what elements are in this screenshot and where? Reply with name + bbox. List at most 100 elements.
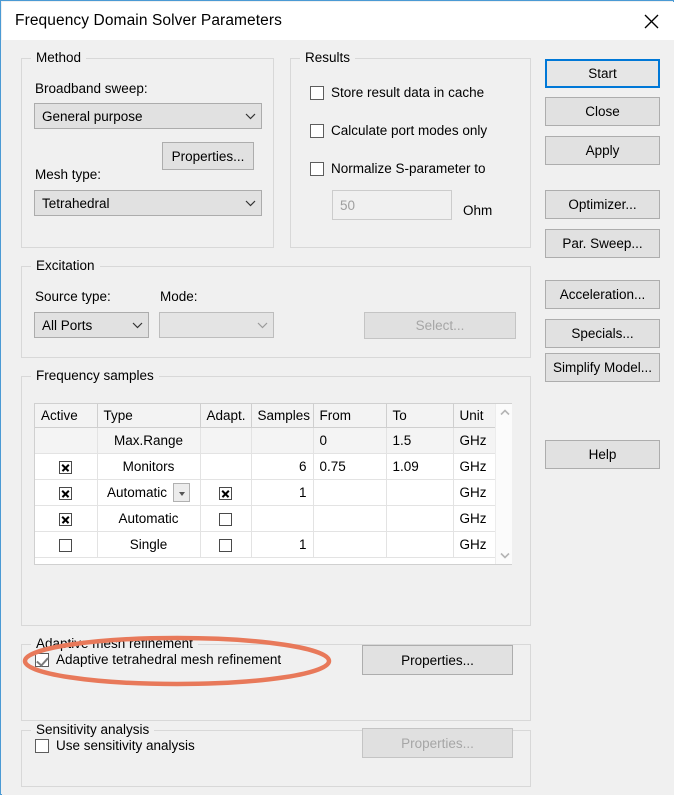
adapt-checkbox[interactable]	[219, 512, 232, 526]
use-sensitivity-label: Use sensitivity analysis	[56, 738, 195, 753]
cell-type[interactable]: Monitors	[97, 453, 201, 480]
adapt-checkbox[interactable]	[219, 486, 232, 500]
chevron-down-icon	[126, 321, 148, 329]
cell-to[interactable]	[386, 531, 454, 558]
cell-unit[interactable]: GHz	[453, 427, 497, 454]
impedance-input[interactable]: 50	[332, 190, 452, 220]
column-header-from[interactable]: From	[313, 404, 387, 428]
apply-button[interactable]: Apply	[545, 136, 660, 165]
cell-active[interactable]	[35, 479, 98, 506]
cell-samples[interactable]: 1	[251, 479, 314, 506]
store-result-cache-checkbox[interactable]: Store result data in cache	[310, 85, 484, 100]
adaptive-tetrahedral-checkbox[interactable]: Adaptive tetrahedral mesh refinement	[35, 652, 281, 667]
calculate-port-modes-label: Calculate port modes only	[331, 123, 488, 138]
select-button[interactable]: Select...	[364, 312, 516, 339]
active-checkbox[interactable]	[59, 512, 73, 526]
column-header-adapt[interactable]: Adapt.	[200, 404, 252, 428]
mode-combo[interactable]	[159, 312, 274, 338]
cell-samples[interactable]: 6	[251, 453, 314, 480]
column-header-type[interactable]: Type	[97, 404, 201, 428]
active-checkbox[interactable]	[59, 538, 73, 552]
impedance-unit-label: Ohm	[463, 203, 493, 218]
mesh-type-combo[interactable]: Tetrahedral	[34, 190, 262, 216]
cell-adapt[interactable]	[200, 453, 252, 480]
broadband-sweep-combo[interactable]: General purpose	[34, 103, 262, 129]
close-icon[interactable]	[628, 2, 674, 40]
cell-active[interactable]	[35, 453, 98, 480]
column-header-to[interactable]: To	[386, 404, 454, 428]
page-title: Frequency Domain Solver Parameters	[15, 12, 283, 29]
cell-adapt[interactable]	[200, 427, 252, 454]
results-group-label: Results	[300, 50, 356, 65]
cell-type[interactable]: Max.Range	[97, 427, 201, 454]
normalize-sparameter-label: Normalize S-parameter to	[331, 161, 486, 176]
cell-samples[interactable]	[251, 505, 314, 532]
mesh-type-value: Tetrahedral	[42, 195, 110, 211]
method-properties-button[interactable]: Properties...	[162, 142, 254, 170]
acceleration-button[interactable]: Acceleration...	[545, 280, 660, 309]
cell-to[interactable]: 1.5	[386, 427, 454, 454]
source-type-combo[interactable]: All Ports	[34, 312, 149, 338]
cell-from[interactable]: 0.75	[313, 453, 387, 480]
cell-active[interactable]	[35, 505, 98, 532]
close-button[interactable]: Close	[545, 97, 660, 126]
method-group-label: Method	[31, 50, 87, 65]
cell-to[interactable]	[386, 505, 454, 532]
help-button[interactable]: Help	[545, 440, 660, 469]
cell-from[interactable]	[313, 531, 387, 558]
cell-from[interactable]: 0	[313, 427, 387, 454]
cell-type[interactable]: Automatic	[97, 505, 201, 532]
table-row[interactable]: Monitors 6 0.75 1.09 GHz	[35, 453, 511, 480]
cell-type-label: Automatic	[106, 485, 168, 500]
simplify-model-button[interactable]: Simplify Model...	[545, 353, 660, 382]
cell-unit[interactable]: GHz	[453, 531, 497, 558]
table-row[interactable]: Single 1 GHz	[35, 531, 511, 558]
table-row[interactable]: Automatic GHz	[35, 505, 511, 532]
dialog-body: Method Broadband sweep: General purpose …	[2, 40, 674, 795]
cell-type[interactable]: Single	[97, 531, 201, 558]
optimizer-button[interactable]: Optimizer...	[545, 190, 660, 219]
adaptive-mesh-group-label: Adaptive mesh refinement	[31, 636, 198, 651]
cell-samples[interactable]	[251, 427, 314, 454]
checkbox-box	[310, 123, 324, 138]
cell-unit[interactable]: GHz	[453, 505, 497, 532]
adapt-checkbox[interactable]	[219, 538, 232, 552]
chevron-up-icon[interactable]	[496, 404, 513, 421]
cell-adapt[interactable]	[200, 505, 252, 532]
par-sweep-button[interactable]: Par. Sweep...	[545, 229, 660, 258]
cell-to[interactable]: 1.09	[386, 453, 454, 480]
active-checkbox[interactable]	[59, 460, 73, 474]
table-row[interactable]: Max.Range 0 1.5 GHz	[35, 427, 511, 454]
adaptive-mesh-properties-button[interactable]: Properties...	[362, 645, 513, 675]
chevron-down-icon[interactable]	[496, 547, 513, 564]
broadband-sweep-value: General purpose	[42, 108, 143, 124]
cell-unit[interactable]: GHz	[453, 453, 497, 480]
checkbox-box	[35, 652, 49, 667]
active-checkbox[interactable]	[59, 486, 73, 500]
cell-adapt[interactable]	[200, 479, 252, 506]
cell-samples[interactable]: 1	[251, 531, 314, 558]
cell-unit[interactable]: GHz	[453, 479, 497, 506]
frequency-samples-table: Active Type Adapt. Samples From To Unit	[34, 403, 512, 565]
sensitivity-properties-button[interactable]: Properties...	[362, 728, 513, 758]
table-scrollbar[interactable]	[495, 404, 512, 564]
calculate-port-modes-checkbox[interactable]: Calculate port modes only	[310, 123, 487, 138]
column-header-samples[interactable]: Samples	[251, 404, 314, 428]
frequency-samples-group-label: Frequency samples	[31, 368, 159, 383]
chevron-down-icon	[239, 199, 261, 207]
cell-to[interactable]	[386, 479, 454, 506]
cell-from[interactable]	[313, 479, 387, 506]
column-header-unit[interactable]: Unit	[453, 404, 497, 428]
cell-active[interactable]	[35, 531, 98, 558]
cell-from[interactable]	[313, 505, 387, 532]
chevron-down-icon[interactable]	[173, 483, 191, 502]
start-button[interactable]: Start	[545, 59, 660, 88]
specials-button[interactable]: Specials...	[545, 319, 660, 348]
column-header-active[interactable]: Active	[35, 404, 98, 428]
cell-adapt[interactable]	[200, 531, 252, 558]
table-row[interactable]: Automatic 1 GHz	[35, 479, 511, 506]
cell-active[interactable]	[35, 427, 98, 454]
use-sensitivity-checkbox[interactable]: Use sensitivity analysis	[35, 738, 195, 753]
cell-type[interactable]: Automatic	[97, 479, 201, 506]
normalize-sparameter-checkbox[interactable]: Normalize S-parameter to	[310, 161, 486, 176]
